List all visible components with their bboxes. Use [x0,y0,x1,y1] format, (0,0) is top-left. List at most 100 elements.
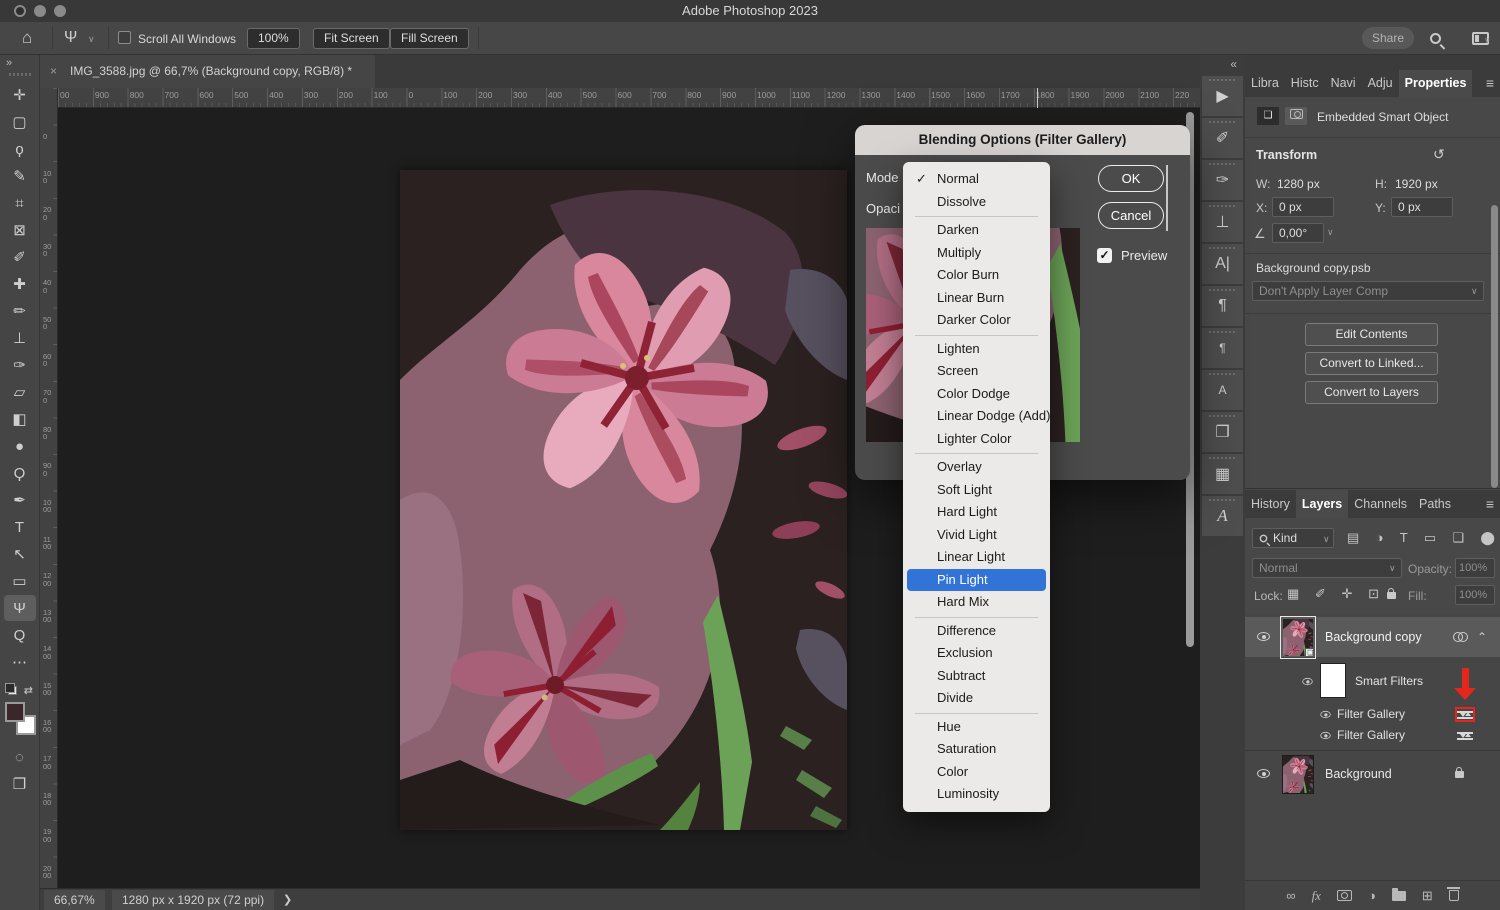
filter-mask-thumbnail[interactable] [1321,664,1345,697]
lock-pixels-icon[interactable]: ✐ [1315,586,1326,602]
quick-selection-tool[interactable]: ✎ [4,163,36,189]
mask-mode-icon[interactable] [1285,107,1307,125]
path-selection-tool[interactable]: ↖ [4,541,36,567]
collapse-filters-icon[interactable]: ⌃ [1477,630,1487,644]
toolbar-grip[interactable] [9,73,31,76]
layer-row-background-copy[interactable]: ❏ Background copy ⌃ [1245,617,1500,657]
clone-stamp-tool[interactable]: ⊥ [4,325,36,351]
healing-brush-tool[interactable]: ✚ [4,271,36,297]
visibility-eye-icon[interactable] [1257,769,1270,778]
filter-image-icon[interactable]: ▤ [1347,528,1359,548]
hand-tool-chevron-icon[interactable]: ∨ [88,34,95,45]
character-styles-panel-icon[interactable]: A [1202,370,1243,410]
brush-tool[interactable]: ✏ [4,298,36,324]
blend-menu-item[interactable]: ✓Vivid Light [903,524,1050,547]
lock-transparency-icon[interactable]: ▦ [1287,586,1299,602]
history-brush-tool[interactable]: ✑ [4,352,36,378]
layer-comp-select[interactable]: Don't Apply Layer Comp [1252,281,1484,301]
marquee-tool[interactable]: ▢ [4,109,36,135]
filter-toggle-icon[interactable]: ⬤ [1480,528,1495,548]
blend-menu-item[interactable]: ✓Linear Light [903,546,1050,569]
new-group-icon[interactable] [1392,891,1406,901]
add-mask-icon[interactable] [1337,890,1352,901]
layer-style-icon[interactable]: fx [1312,888,1321,904]
pen-tool[interactable]: ✒ [4,487,36,513]
crop-tool[interactable]: ⌗ [4,190,36,216]
pattern-panel-icon[interactable]: ▦ [1202,454,1243,494]
filter-smart-object-icon[interactable]: ❏ [1452,528,1464,548]
hand-tool[interactable]: Ψ [4,595,36,621]
tab-close-icon[interactable]: × [50,55,57,88]
opacity-field[interactable]: 100% [1455,558,1495,578]
layer-name[interactable]: Background [1325,767,1392,781]
scroll-all-windows-checkbox[interactable] [118,31,131,44]
lock-artboard-icon[interactable]: ⊡ [1368,586,1379,602]
move-tool[interactable]: ✛ [4,82,36,108]
blend-menu-item[interactable]: ✓Pin Light [907,569,1046,592]
delete-layer-icon[interactable] [1449,890,1459,901]
filter-gallery-row-2[interactable]: Filter Gallery [1245,726,1500,746]
layer-blend-mode-select[interactable]: Normal [1252,558,1402,578]
blend-menu-item[interactable]: ✓Linear Dodge (Add) [903,405,1050,428]
blend-menu-item[interactable]: ✓Color Burn [903,264,1050,287]
glyphs-panel-icon[interactable]: A [1202,496,1243,536]
filter-adjustment-icon[interactable]: ◑ [1376,528,1384,548]
window-minimize-button[interactable] [34,5,46,17]
screen-mode-button[interactable]: ❐ [4,771,36,797]
visibility-eye-icon[interactable] [1257,632,1270,641]
layer-thumbnail[interactable]: ❏ [1283,619,1313,656]
lasso-tool[interactable]: ϙ [4,136,36,162]
blend-menu-item[interactable]: ✓Color Dodge [903,383,1050,406]
smart-filter-indicator-icon[interactable] [1453,632,1468,642]
workspace-chevron-icon[interactable]: ∨ [1484,35,1491,46]
ok-button[interactable]: OK [1098,165,1164,192]
blend-menu-item[interactable]: ✓Hue [903,716,1050,739]
brush-settings-panel-icon[interactable]: ✐ [1202,118,1243,158]
window-close-button[interactable] [14,5,26,17]
angle-chevron-icon[interactable]: ∨ [1327,227,1334,238]
blend-menu-item[interactable]: ✓Darken [903,219,1050,242]
filter-gallery-row-1[interactable]: Filter Gallery [1245,705,1500,725]
toolbar-collapse-icon[interactable]: » [0,55,39,69]
eyedropper-tool[interactable]: ✐ [4,244,36,270]
brushes-panel-icon[interactable]: ✑ [1202,160,1243,200]
transform-reset-icon[interactable]: ↺ [1433,146,1445,163]
zoom-tool[interactable]: Q [4,622,36,648]
convert-to-linked-button[interactable]: Convert to Linked... [1305,352,1438,375]
dock-collapse-icon[interactable]: « [1200,55,1245,74]
type-tool[interactable]: T [4,514,36,540]
blend-menu-item[interactable]: ✓Divide [903,687,1050,710]
fill-field[interactable]: 100% [1455,585,1495,605]
status-expand-icon[interactable]: ❯ [283,893,292,906]
properties-panel-menu-icon[interactable]: ≡ [1486,75,1494,91]
fit-screen-button[interactable]: Fit Screen [313,28,390,49]
filter-gallery-label[interactable]: Filter Gallery [1337,707,1405,721]
blend-menu-item[interactable]: ✓Subtract [903,665,1050,688]
visibility-eye-icon[interactable] [1302,678,1312,685]
character-panel-icon[interactable]: A| [1202,244,1243,284]
blend-menu-item[interactable]: ✓Hard Mix [903,591,1050,614]
layer-row-background[interactable]: Background [1245,753,1500,795]
blur-tool[interactable]: ● [4,433,36,459]
dodge-tool[interactable]: Ϙ [4,460,36,486]
filter-blending-options-icon[interactable] [1457,730,1473,741]
gradient-tool[interactable]: ◧ [4,406,36,432]
edit-toolbar[interactable]: ⋯ [4,649,36,675]
blend-menu-item[interactable]: ✓Saturation [903,738,1050,761]
quick-mask-button[interactable]: ◌ [4,744,36,770]
cancel-button[interactable]: Cancel [1098,202,1164,229]
filter-shape-icon[interactable]: ▭ [1424,528,1436,548]
frame-tool[interactable]: ⊠ [4,217,36,243]
convert-to-layers-button[interactable]: Convert to Layers [1305,381,1438,404]
blend-menu-item[interactable]: ✓Lighten [903,338,1050,361]
dialog-title[interactable]: Blending Options (Filter Gallery) [855,125,1190,155]
new-layer-icon[interactable]: ⊞ [1422,888,1433,904]
filter-blending-options-icon[interactable] [1457,709,1473,720]
layers-panel-menu-icon[interactable]: ≡ [1486,496,1494,512]
filter-type-icon[interactable]: T [1400,528,1408,548]
blend-menu-item[interactable]: ✓Difference [903,620,1050,643]
preview-checkbox[interactable]: ✓ [1097,248,1112,263]
actions-panel-icon[interactable]: ▶ [1202,76,1243,116]
eraser-tool[interactable]: ▱ [4,379,36,405]
swap-colors-icon[interactable]: ⇄ [24,684,33,697]
